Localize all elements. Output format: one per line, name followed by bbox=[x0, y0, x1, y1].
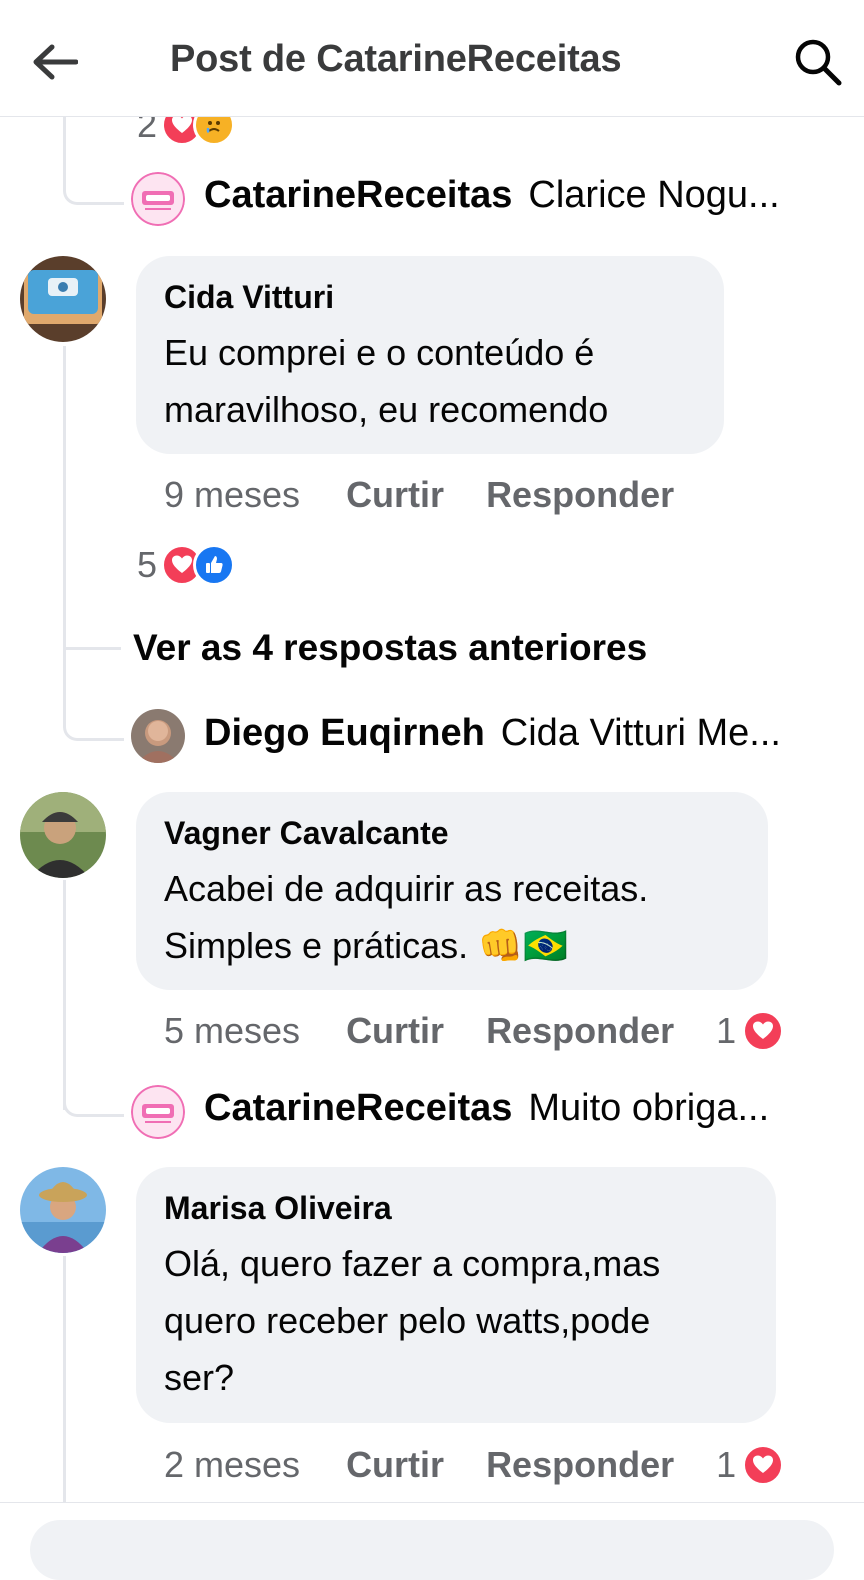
reply-button[interactable]: Responder bbox=[486, 1010, 674, 1052]
avatar[interactable] bbox=[20, 256, 106, 342]
comment-text-line: maravilhoso, eu recomendo bbox=[164, 389, 609, 430]
reply-button[interactable]: Responder bbox=[486, 474, 674, 516]
comment-author[interactable]: Vagner Cavalcante bbox=[164, 814, 738, 852]
thread-connector bbox=[63, 116, 124, 205]
avatar[interactable] bbox=[20, 1167, 106, 1253]
comment-bubble[interactable]: Cida Vitturi Eu comprei e o conteúdo é m… bbox=[136, 256, 724, 454]
reply-preview[interactable]: CatarineReceitas Muito obriga... bbox=[204, 1087, 769, 1130]
comment-text-line: Acabei de adquirir as receitas. bbox=[164, 868, 649, 909]
arrow-left-icon bbox=[33, 44, 78, 80]
search-icon bbox=[795, 39, 842, 86]
reaction-summary[interactable]: 5 bbox=[137, 544, 236, 586]
like-reaction-icon bbox=[193, 544, 236, 586]
comment-text: Olá, quero fazer a compra,mas quero rece… bbox=[164, 1235, 746, 1406]
comment-text: Acabei de adquirir as receitas. Simples … bbox=[164, 860, 738, 974]
thread-connector bbox=[63, 650, 124, 741]
search-button[interactable] bbox=[790, 34, 846, 90]
reply-text: Cida Vitturi Me... bbox=[500, 712, 781, 754]
reply-preview[interactable]: CatarineReceitas Clarice Nogu... bbox=[204, 174, 780, 217]
reaction-count[interactable]: 1 bbox=[716, 1010, 736, 1052]
comment-author[interactable]: Cida Vitturi bbox=[164, 278, 694, 316]
comment-author[interactable]: Marisa Oliveira bbox=[164, 1189, 746, 1227]
reaction-count: 5 bbox=[137, 544, 158, 585]
page-title: Post de CatarineReceitas bbox=[170, 38, 622, 80]
like-button[interactable]: Curtir bbox=[346, 1010, 444, 1052]
reply-author: CatarineReceitas bbox=[204, 174, 513, 216]
avatar[interactable] bbox=[131, 1085, 185, 1139]
comment-actions: 9 meses Curtir Responder bbox=[164, 474, 716, 516]
top-bar: Post de CatarineReceitas bbox=[0, 0, 864, 117]
avatar[interactable] bbox=[131, 172, 185, 226]
comment-time[interactable]: 5 meses bbox=[164, 1010, 300, 1052]
like-button[interactable]: Curtir bbox=[346, 1444, 444, 1486]
avatar[interactable] bbox=[20, 792, 106, 878]
thread-line bbox=[63, 1256, 66, 1502]
comment-text-line: quero receber pelo watts,pode bbox=[164, 1300, 651, 1341]
comment-composer[interactable] bbox=[30, 1520, 834, 1580]
comment-bubble[interactable]: Vagner Cavalcante Acabei de adquirir as … bbox=[136, 792, 768, 990]
reply-text: Muito obriga... bbox=[528, 1087, 770, 1129]
reaction-count[interactable]: 1 bbox=[716, 1444, 736, 1486]
comment-text-line: Eu comprei e o conteúdo é bbox=[164, 332, 595, 373]
comment-text-line: Olá, quero fazer a compra,mas bbox=[164, 1243, 661, 1284]
love-reaction-icon bbox=[742, 1444, 785, 1486]
comment-text: Eu comprei e o conteúdo é maravilhoso, e… bbox=[164, 324, 694, 438]
love-reaction-icon bbox=[742, 1010, 785, 1052]
comment-text-line: ser? bbox=[164, 1357, 235, 1398]
comment-time[interactable]: 9 meses bbox=[164, 474, 300, 516]
comment-bubble[interactable]: Marisa Oliveira Olá, quero fazer a compr… bbox=[136, 1167, 776, 1423]
reply-author: CatarineReceitas bbox=[204, 1087, 513, 1129]
reply-author: Diego Euqirneh bbox=[204, 712, 485, 754]
like-button[interactable]: Curtir bbox=[346, 474, 444, 516]
comment-text-line: Simples e práticas. 👊🇧🇷 bbox=[164, 925, 568, 966]
comment-time[interactable]: 2 meses bbox=[164, 1444, 300, 1486]
comment-actions: 2 meses Curtir Responder 1 bbox=[164, 1444, 785, 1486]
avatar[interactable] bbox=[131, 709, 185, 763]
comment-actions: 5 meses Curtir Responder 1 bbox=[164, 1010, 785, 1052]
thread-connector bbox=[63, 1026, 124, 1117]
reply-text: Clarice Nogu... bbox=[528, 174, 780, 216]
thread-connector bbox=[66, 647, 121, 650]
divider bbox=[0, 1502, 864, 1503]
back-button[interactable] bbox=[26, 36, 82, 88]
reply-preview[interactable]: Diego Euqirneh Cida Vitturi Me... bbox=[204, 712, 781, 755]
view-previous-replies[interactable]: Ver as 4 respostas anteriores bbox=[133, 627, 647, 669]
reply-button[interactable]: Responder bbox=[486, 1444, 674, 1486]
